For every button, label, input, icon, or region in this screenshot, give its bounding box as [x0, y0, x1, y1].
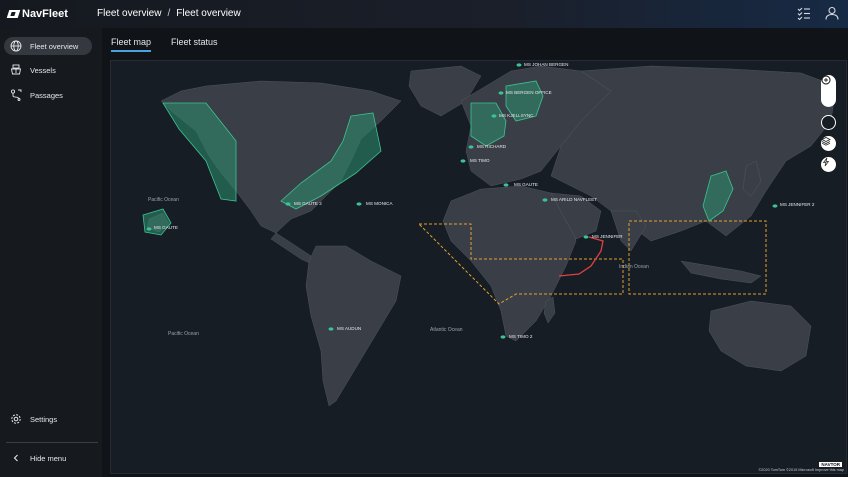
sidebar-item-label: Settings	[30, 414, 58, 424]
ship-label[interactable]: MS GAUTE	[154, 225, 178, 230]
breadcrumb-item[interactable]: Fleet overview	[97, 8, 161, 19]
map-attribution[interactable]: ©2020 TomTom ©2015 Microsoft Improve thi…	[758, 468, 844, 472]
sidebar-item-settings[interactable]: Settings	[4, 410, 92, 428]
navfleet-logo[interactable]: NavFleet	[6, 8, 68, 20]
ship-label[interactable]: MS BERGEN OFFICE	[506, 90, 552, 95]
vessel-icon	[10, 64, 22, 76]
ship-marker	[500, 335, 506, 339]
ship-label[interactable]: MS GAUTE	[514, 182, 538, 187]
gear-icon	[10, 413, 22, 425]
ocean-label: Pacific Ocean	[168, 331, 199, 337]
ship-label[interactable]: MS TIMO 2	[509, 334, 532, 339]
ocean-label: Atlantic Ocean	[430, 327, 463, 333]
ship-label[interactable]: MS MONICA	[366, 201, 393, 206]
main-content: Fleet map Fleet status MS JOHAN BERGEN M…	[102, 28, 848, 477]
ship-marker	[542, 198, 548, 202]
sidebar-item-fleet-overview[interactable]: Fleet overview	[4, 37, 92, 55]
breadcrumb-separator: /	[167, 8, 171, 19]
breadcrumb: Fleet overview / Fleet overview	[97, 8, 241, 19]
ship-marker	[356, 202, 362, 206]
landmass-australia	[708, 300, 812, 372]
ship-label[interactable]: MS AUDUN	[337, 326, 361, 331]
ship-label[interactable]: MS JENNIFER 2	[780, 202, 814, 207]
ship-label[interactable]: MS JENNIFER	[592, 234, 623, 239]
navtor-brand-tag: NAVTOR	[819, 462, 842, 467]
hide-menu-label: Hide menu	[30, 453, 67, 463]
hide-menu-button[interactable]: Hide menu	[4, 449, 92, 467]
zoom-controls	[821, 75, 836, 107]
tab-fleet-map[interactable]: Fleet map	[111, 37, 152, 52]
ocean-label: Pacific Ocean	[148, 197, 179, 203]
ship-marker	[146, 227, 152, 231]
sidebar-item-label: Fleet overview	[30, 41, 79, 51]
sidebar-item-label: Passages	[30, 90, 63, 100]
ship-marker	[516, 63, 522, 67]
chevron-left-icon	[10, 452, 22, 464]
world-map	[142, 63, 837, 407]
ship-marker	[468, 145, 474, 149]
ship-marker	[491, 114, 497, 118]
zone-hawaii	[142, 208, 172, 236]
tab-bar: Fleet map Fleet status	[111, 37, 218, 52]
app-name: NavFleet	[22, 8, 68, 20]
sidebar-item-passages[interactable]: Passages	[4, 86, 92, 104]
top-bar: NavFleet Fleet overview / Fleet overview	[0, 0, 848, 28]
ship-marker	[328, 327, 334, 331]
route-icon	[10, 89, 22, 101]
checklist-icon[interactable]	[796, 5, 812, 21]
lightning-icon[interactable]	[821, 157, 836, 172]
navfleet-logo-icon	[6, 10, 21, 18]
sidebar-item-vessels[interactable]: Vessels	[4, 61, 92, 79]
circle-icon[interactable]	[821, 115, 836, 130]
landmass-indonesia	[680, 260, 762, 284]
ship-label[interactable]: MS GAUTE 2	[294, 201, 322, 206]
ship-marker	[583, 235, 589, 239]
ship-marker	[498, 91, 504, 95]
tab-fleet-status[interactable]: Fleet status	[171, 37, 218, 52]
landmass-africa	[442, 185, 577, 342]
fleet-map[interactable]: MS JOHAN BERGEN MS BERGEN OFFICE MS KJEL…	[110, 60, 847, 474]
ship-label[interactable]: MS RICHARD	[477, 144, 506, 149]
ship-label[interactable]: MS TIMO	[470, 158, 490, 163]
sidebar-divider	[6, 442, 98, 443]
sidebar: Fleet overview Vessels Passages Settings…	[0, 28, 102, 477]
ship-marker	[503, 183, 509, 187]
ship-marker	[772, 204, 778, 208]
ship-label[interactable]: MS JOHAN BERGEN	[524, 62, 568, 67]
ship-label[interactable]: MS ARILD NAVFLEET	[551, 197, 597, 202]
globe-icon	[10, 40, 22, 52]
sidebar-item-label: Vessels	[30, 65, 56, 75]
ship-label[interactable]: MS KJELLSYNC	[499, 113, 533, 118]
ocean-label: Indian Ocean	[619, 264, 649, 270]
ship-marker	[285, 202, 291, 206]
layers-icon[interactable]	[821, 136, 836, 151]
user-icon[interactable]	[824, 5, 840, 21]
ship-marker	[460, 159, 466, 163]
breadcrumb-item-current: Fleet overview	[176, 8, 241, 19]
